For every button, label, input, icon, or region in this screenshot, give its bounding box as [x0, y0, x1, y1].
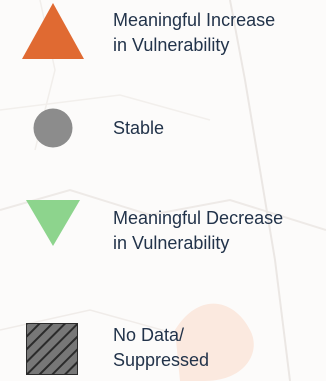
legend-label-decrease: Meaningful Decrease in Vulnerability — [113, 206, 283, 256]
legend-label-no-data-line1: No Data/ — [113, 325, 185, 345]
circle-icon — [33, 108, 73, 148]
legend-label-stable-line1: Stable — [113, 118, 165, 138]
triangle-down-icon — [26, 200, 80, 246]
legend-label-increase-line1: Meaningful Increase — [113, 10, 276, 30]
legend-label-decrease-line2: in Vulnerability — [113, 233, 230, 253]
legend: Meaningful Increase in Vulnerability Sta… — [0, 0, 326, 381]
legend-label-increase-line2: in Vulnerability — [113, 35, 230, 55]
legend-label-decrease-line1: Meaningful Decrease — [113, 208, 284, 228]
legend-label-no-data-line2: Suppressed — [113, 350, 210, 370]
legend-label-no-data: No Data/ Suppressed — [113, 323, 209, 373]
triangle-up-icon — [22, 3, 84, 59]
hatched-square-icon — [26, 323, 78, 375]
legend-label-increase: Meaningful Increase in Vulnerability — [113, 8, 275, 58]
legend-label-stable: Stable — [113, 116, 164, 141]
